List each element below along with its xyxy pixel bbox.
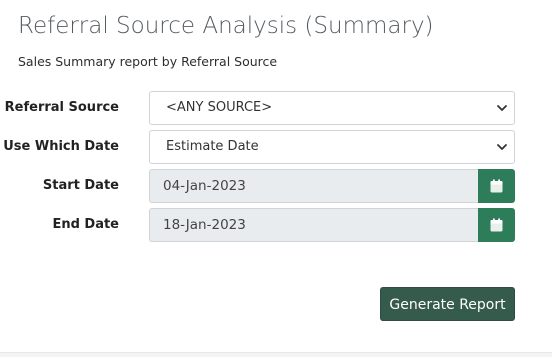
page-subtitle: Sales Summary report by Referral Source xyxy=(18,54,278,69)
start-date-input[interactable]: 04-Jan-2023 xyxy=(149,169,478,203)
page-title: Referral Source Analysis (Summary) xyxy=(18,13,434,39)
end-date-value: 18-Jan-2023 xyxy=(163,217,246,233)
chevron-down-icon xyxy=(497,105,507,111)
referral-source-select[interactable]: <ANY SOURCE> xyxy=(149,91,515,125)
calendar-icon xyxy=(490,179,503,193)
use-which-date-select[interactable]: Estimate Date xyxy=(149,130,515,164)
end-date-row: End Date 18-Jan-2023 xyxy=(0,208,552,242)
footer-divider xyxy=(0,352,552,357)
referral-source-row: Referral Source <ANY SOURCE> xyxy=(0,91,552,125)
end-date-input[interactable]: 18-Jan-2023 xyxy=(149,208,478,242)
end-date-label: End Date xyxy=(52,217,119,232)
start-date-calendar-button[interactable] xyxy=(478,169,515,203)
use-which-date-value: Estimate Date xyxy=(166,139,259,154)
generate-report-button[interactable]: Generate Report xyxy=(380,287,515,321)
use-which-date-label: Use Which Date xyxy=(3,139,119,154)
start-date-label: Start Date xyxy=(42,178,119,193)
start-date-row: Start Date 04-Jan-2023 xyxy=(0,169,552,203)
calendar-icon xyxy=(490,218,503,232)
referral-source-value: <ANY SOURCE> xyxy=(166,100,273,115)
chevron-down-icon xyxy=(497,144,507,150)
use-which-date-row: Use Which Date Estimate Date xyxy=(0,130,552,164)
end-date-calendar-button[interactable] xyxy=(478,208,515,242)
start-date-value: 04-Jan-2023 xyxy=(163,178,246,194)
referral-source-label: Referral Source xyxy=(4,100,119,115)
